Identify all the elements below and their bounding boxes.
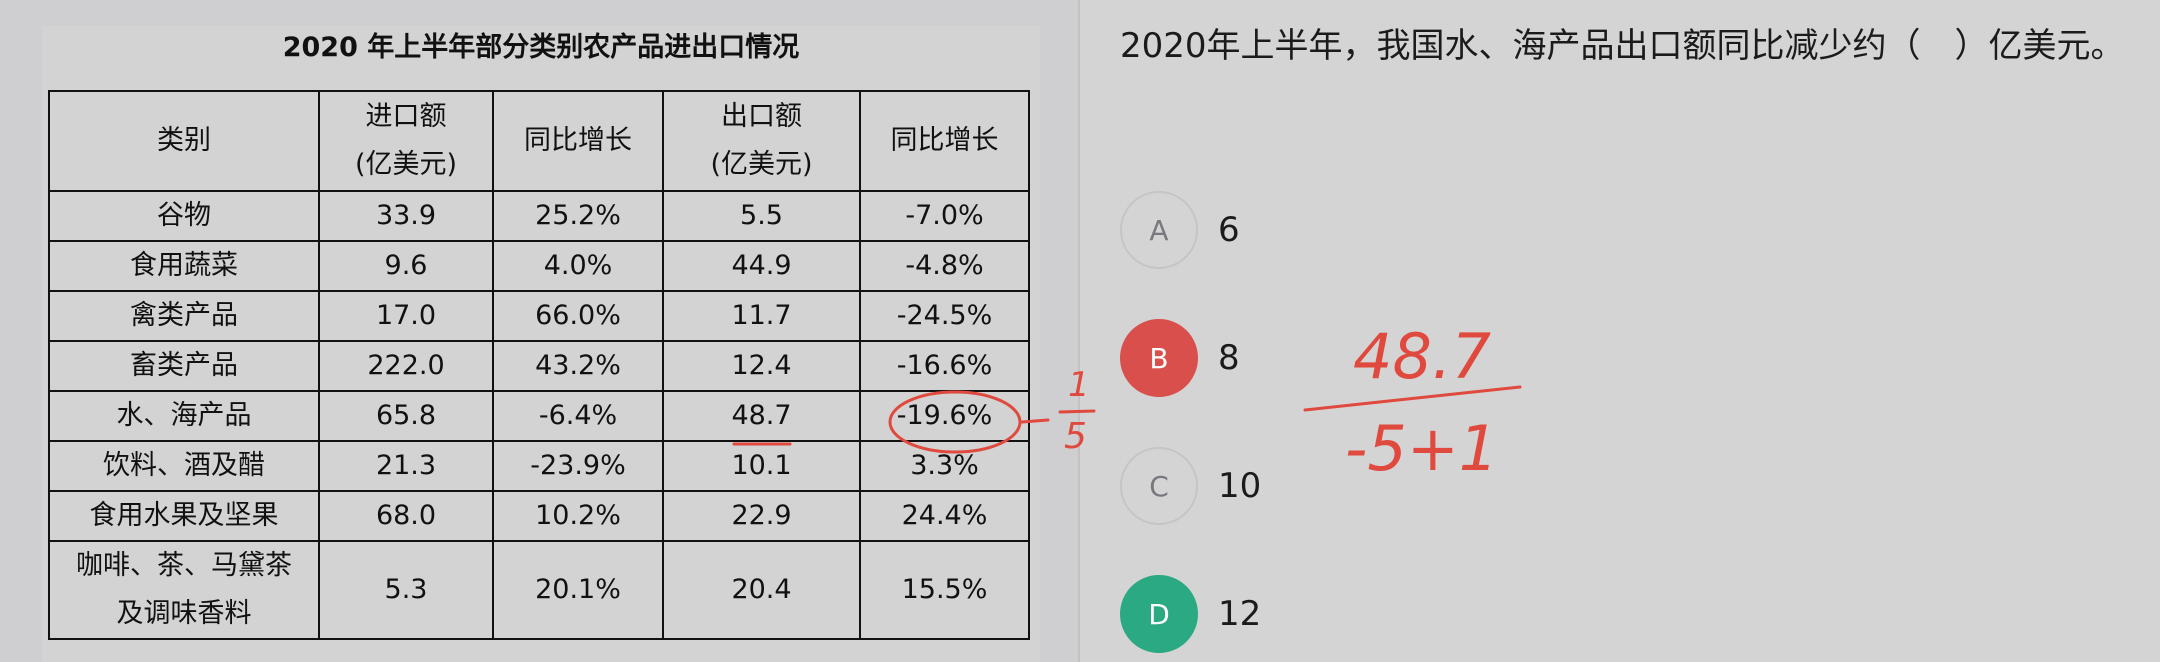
circle-annotation — [888, 390, 1022, 454]
fraction-numerator: 1 — [1068, 365, 1090, 405]
calc-bottom: -5+1 — [1345, 412, 1498, 485]
handwriting-layer: 1 5 48.7 -5+1 — [732, 320, 1522, 485]
calc-top: 48.7 — [1353, 320, 1491, 393]
fraction-bar — [1058, 409, 1096, 414]
dash-annotation — [1020, 418, 1050, 424]
fraction-denominator: 5 — [1064, 416, 1087, 457]
